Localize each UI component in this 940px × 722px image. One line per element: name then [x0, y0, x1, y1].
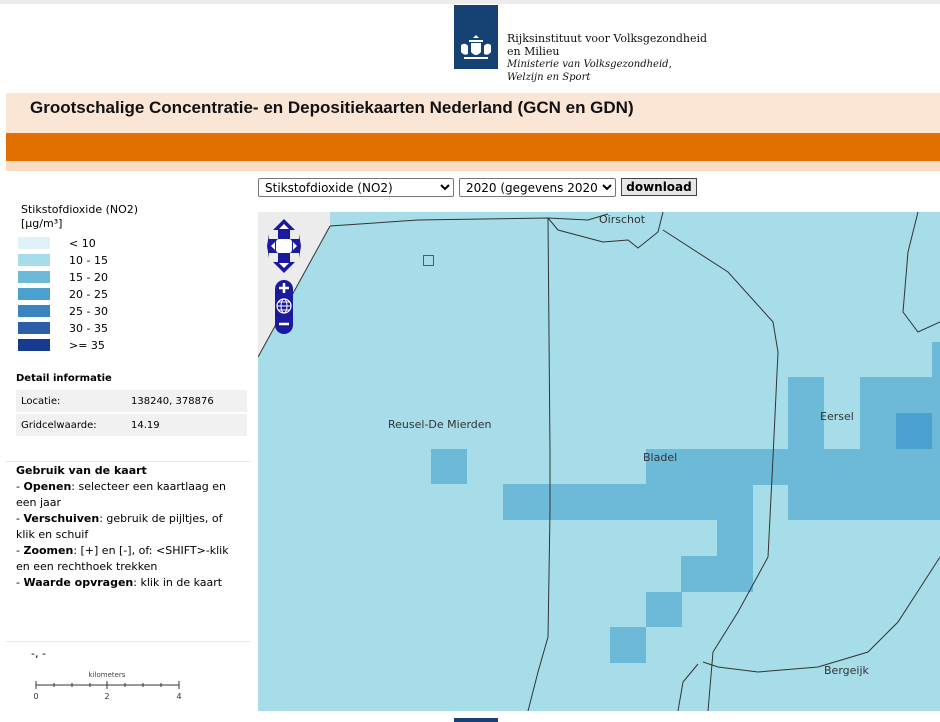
- legend-item: 15 - 20: [18, 270, 138, 284]
- usage-item: - Waarde opvragen: klik in de kaart: [16, 576, 223, 589]
- legend-item: 20 - 25: [18, 287, 138, 301]
- usage-item-term: Openen: [23, 480, 72, 493]
- place-label: Bergeijk: [824, 664, 869, 677]
- legend-title: Stikstofdioxide (NO2): [21, 203, 139, 216]
- ministry-line-2: Welzijn en Sport: [507, 72, 591, 83]
- pan-arrows-icon[interactable]: [266, 218, 302, 274]
- detail-key: Gridcelwaarde:: [16, 414, 126, 436]
- grid-cell-20-25: [896, 413, 932, 449]
- title-band: Grootschalige Concentratie- en Depositie…: [6, 93, 940, 133]
- subnavigation-bar: [6, 161, 940, 171]
- place-label: Eersel: [820, 410, 854, 423]
- divider: [6, 641, 251, 642]
- legend-swatch: [18, 288, 50, 300]
- usage-item: - Openen: selecteer een kaartlaag en een…: [16, 480, 226, 509]
- year-select[interactable]: 2020 (gegevens 2020): [459, 178, 616, 197]
- legend-swatch: [18, 254, 50, 266]
- org-line-1: Rijksinstituut voor Volksgezondheid: [507, 32, 708, 45]
- legend: Stikstofdioxide (NO2) [µg/m³] < 10 10 - …: [18, 203, 139, 352]
- layer-select[interactable]: Stikstofdioxide (NO2): [258, 178, 454, 197]
- usage-instructions: Gebruik van de kaart - Openen: selecteer…: [16, 463, 241, 591]
- place-label: Bladel: [643, 451, 678, 464]
- legend-unit: [µg/m³]: [21, 217, 63, 230]
- legend-label: 15 - 20: [69, 271, 108, 284]
- place-label: Reusel-De Mierden: [388, 418, 492, 431]
- map-canvas[interactable]: Oirschot Reusel-De Mierden Bladel Eersel…: [258, 212, 940, 711]
- legend-swatch: [18, 271, 50, 283]
- page-title: Grootschalige Concentratie- en Depositie…: [30, 98, 634, 117]
- zoom-out-icon[interactable]: [275, 316, 293, 332]
- usage-item-term: Zoomen: [23, 544, 74, 557]
- place-label: Oirschot: [599, 213, 646, 226]
- legend-label: 20 - 25: [69, 288, 108, 301]
- legend-item: >= 35: [18, 338, 138, 352]
- logo: [454, 5, 498, 69]
- legend-swatch: [18, 237, 50, 249]
- usage-title: Gebruik van de kaart: [16, 464, 147, 477]
- usage-item-term: Verschuiven: [23, 512, 100, 525]
- legend-item: 30 - 35: [18, 321, 138, 335]
- org-line-2: en Milieu: [507, 45, 560, 58]
- legend-swatch: [18, 322, 50, 334]
- legend-swatch: [18, 305, 50, 317]
- legend-item: < 10: [18, 236, 138, 250]
- selected-location-marker: [423, 255, 434, 266]
- divider: [6, 461, 251, 462]
- detail-table: Locatie: 138240, 378876 Gridcelwaarde: 1…: [16, 388, 247, 438]
- legend-swatch: [18, 339, 50, 351]
- usage-item-term: Waarde opvragen: [23, 576, 134, 589]
- zoom-in-icon[interactable]: [275, 280, 293, 296]
- scale-bar: kilometers 0 2 4: [33, 671, 181, 701]
- scale-unit: kilometers: [89, 671, 126, 679]
- legend-label: < 10: [69, 237, 96, 250]
- legend-label: 10 - 15: [69, 254, 108, 267]
- table-row: Gridcelwaarde: 14.19: [16, 414, 247, 436]
- coordinate-readout: -, -: [31, 647, 46, 660]
- usage-item-text: : klik in de kaart: [133, 576, 223, 589]
- ministry-line-1: Ministerie van Volksgezondheid,: [507, 59, 672, 70]
- organisation-name: Rijksinstituut voor Volksgezondheid en M…: [507, 32, 707, 84]
- legend-label: 25 - 30: [69, 305, 108, 318]
- detail-value: 138240, 378876: [126, 390, 247, 412]
- grid-cells-15-20: [431, 342, 940, 663]
- navigation-bar: [6, 133, 940, 161]
- globe-icon[interactable]: [275, 297, 293, 315]
- concentration-map: [258, 212, 940, 711]
- scale-tick-label: 0: [33, 692, 38, 701]
- legend-item: 10 - 15: [18, 253, 138, 267]
- top-border: [0, 0, 940, 4]
- detail-value: 14.19: [126, 414, 247, 436]
- table-row: Locatie: 138240, 378876: [16, 390, 247, 412]
- legend-item: 25 - 30: [18, 304, 138, 318]
- usage-item: - Zoomen: [+] en [-], of: <SHIFT>-klik e…: [16, 544, 229, 573]
- legend-label: 30 - 35: [69, 322, 108, 335]
- detail-key: Locatie:: [16, 390, 126, 412]
- footer-tab: [454, 718, 498, 722]
- coat-of-arms-icon: [461, 35, 491, 59]
- usage-item: - Verschuiven: gebruik de pijltjes, of k…: [16, 512, 223, 541]
- scale-tick-label: 4: [176, 692, 181, 701]
- download-button[interactable]: download: [621, 178, 697, 196]
- detail-title: Detail informatie: [16, 373, 112, 384]
- scale-tick-label: 2: [104, 692, 109, 701]
- legend-label: >= 35: [69, 339, 105, 352]
